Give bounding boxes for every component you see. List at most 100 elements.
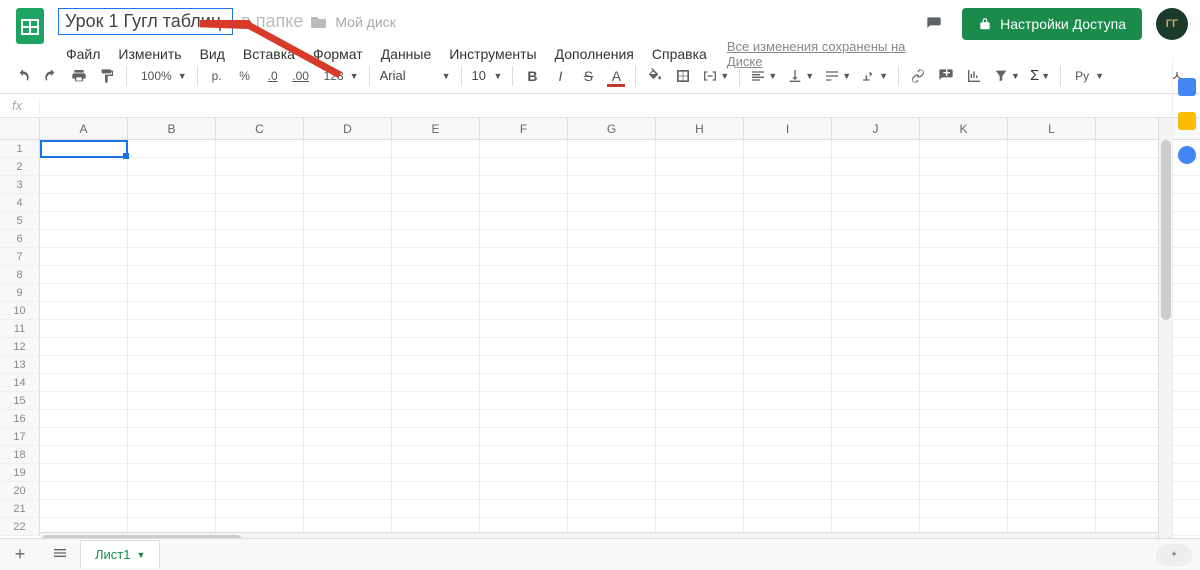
cell[interactable] — [744, 446, 832, 463]
cell[interactable] — [216, 158, 304, 175]
row-header[interactable]: 18 — [0, 446, 40, 463]
cell[interactable] — [392, 302, 480, 319]
cell[interactable] — [920, 356, 1008, 373]
cell[interactable] — [216, 428, 304, 445]
cell[interactable] — [832, 428, 920, 445]
column-header[interactable]: C — [216, 118, 304, 139]
row-header[interactable]: 7 — [0, 248, 40, 265]
cell[interactable] — [744, 302, 832, 319]
cell[interactable] — [920, 140, 1008, 157]
cell[interactable] — [392, 320, 480, 337]
cell[interactable] — [1008, 302, 1096, 319]
cell[interactable] — [568, 194, 656, 211]
cell[interactable] — [128, 266, 216, 283]
increase-decimal-button[interactable]: .00 — [288, 63, 314, 89]
cell[interactable] — [40, 302, 128, 319]
link-button[interactable] — [905, 63, 931, 89]
menu-format[interactable]: Формат — [305, 44, 371, 64]
cell[interactable] — [480, 248, 568, 265]
currency-button[interactable]: р. — [204, 63, 230, 89]
row-header[interactable]: 16 — [0, 410, 40, 427]
cell[interactable] — [304, 320, 392, 337]
cell[interactable] — [128, 392, 216, 409]
cell[interactable] — [744, 428, 832, 445]
cell[interactable] — [216, 410, 304, 427]
cell[interactable] — [920, 428, 1008, 445]
sheet-tab-active[interactable]: Лист1▼ — [80, 540, 160, 568]
cell[interactable] — [920, 320, 1008, 337]
cell[interactable] — [392, 158, 480, 175]
cell[interactable] — [920, 482, 1008, 499]
cell[interactable] — [568, 302, 656, 319]
cell[interactable] — [128, 176, 216, 193]
cell[interactable] — [480, 302, 568, 319]
cell[interactable] — [920, 158, 1008, 175]
cell[interactable] — [744, 212, 832, 229]
cell[interactable] — [1008, 356, 1096, 373]
cell[interactable] — [216, 176, 304, 193]
functions-dropdown[interactable]: Σ▼ — [1026, 67, 1054, 84]
cell[interactable] — [216, 338, 304, 355]
cell[interactable] — [40, 158, 128, 175]
vertical-scrollbar[interactable] — [1158, 118, 1172, 538]
cell[interactable] — [480, 428, 568, 445]
cell[interactable] — [832, 392, 920, 409]
cell[interactable] — [656, 176, 744, 193]
cell[interactable] — [832, 320, 920, 337]
cell[interactable] — [392, 428, 480, 445]
cell[interactable] — [744, 266, 832, 283]
cell[interactable] — [128, 374, 216, 391]
cell[interactable] — [744, 374, 832, 391]
row-header[interactable]: 4 — [0, 194, 40, 211]
cell[interactable] — [40, 410, 128, 427]
cell[interactable] — [480, 482, 568, 499]
row-header[interactable]: 17 — [0, 428, 40, 445]
cell[interactable] — [832, 194, 920, 211]
cell[interactable] — [568, 248, 656, 265]
cell[interactable] — [304, 482, 392, 499]
cell[interactable] — [1008, 266, 1096, 283]
cell[interactable] — [40, 500, 128, 517]
cell[interactable] — [832, 446, 920, 463]
cell[interactable] — [1008, 248, 1096, 265]
menu-edit[interactable]: Изменить — [110, 44, 189, 64]
cell[interactable] — [744, 338, 832, 355]
cell[interactable] — [656, 158, 744, 175]
cell[interactable] — [304, 266, 392, 283]
cell[interactable] — [656, 194, 744, 211]
cell[interactable] — [568, 500, 656, 517]
cell[interactable] — [392, 176, 480, 193]
cell[interactable] — [832, 158, 920, 175]
cell[interactable] — [744, 410, 832, 427]
cell[interactable] — [128, 212, 216, 229]
cell[interactable] — [832, 464, 920, 481]
cell[interactable] — [656, 446, 744, 463]
row-header[interactable]: 21 — [0, 500, 40, 517]
menu-addons[interactable]: Дополнения — [547, 44, 642, 64]
cell[interactable] — [656, 410, 744, 427]
cell[interactable] — [480, 212, 568, 229]
cell[interactable] — [568, 266, 656, 283]
column-header[interactable]: H — [656, 118, 744, 139]
cell[interactable] — [832, 500, 920, 517]
cell[interactable] — [304, 410, 392, 427]
keep-addon-icon[interactable] — [1178, 112, 1196, 130]
cell[interactable] — [216, 446, 304, 463]
cell[interactable] — [128, 284, 216, 301]
cell[interactable] — [1008, 464, 1096, 481]
bold-button[interactable]: B — [519, 63, 545, 89]
cell[interactable] — [1008, 374, 1096, 391]
cell[interactable] — [920, 212, 1008, 229]
cell[interactable] — [128, 428, 216, 445]
cell[interactable] — [656, 248, 744, 265]
cell[interactable] — [40, 464, 128, 481]
cell[interactable] — [40, 446, 128, 463]
add-sheet-button[interactable]: + — [0, 544, 40, 565]
cell[interactable] — [656, 302, 744, 319]
column-header[interactable]: A — [40, 118, 128, 139]
row-header[interactable]: 12 — [0, 338, 40, 355]
menu-file[interactable]: Файл — [58, 44, 108, 64]
cell[interactable] — [568, 320, 656, 337]
cell[interactable] — [40, 338, 128, 355]
cell[interactable] — [304, 302, 392, 319]
